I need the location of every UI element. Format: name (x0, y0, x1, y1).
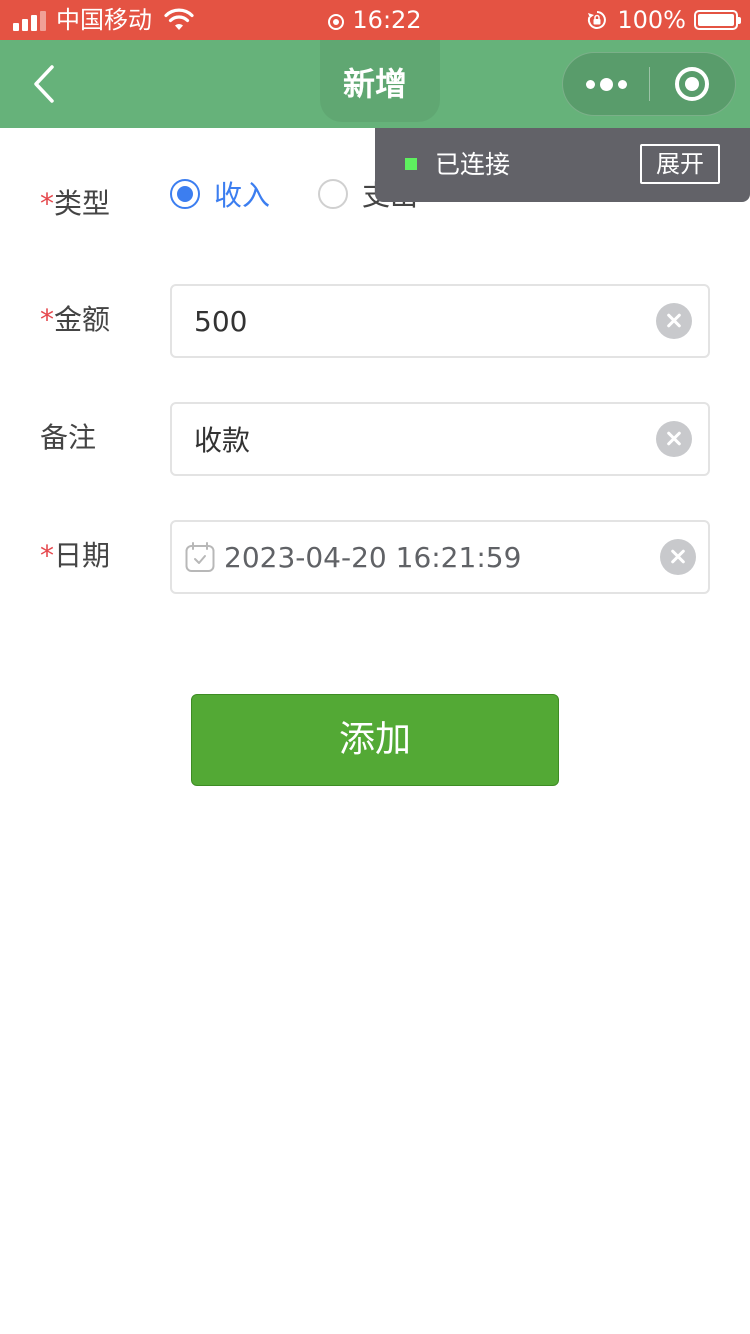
status-bar: 中国移动 16:22 100% (0, 0, 750, 40)
clear-icon[interactable] (656, 303, 692, 339)
signal-icon (13, 9, 46, 31)
add-button[interactable]: 添加 (191, 694, 559, 786)
remark-input[interactable]: 收款 (170, 402, 710, 476)
more-dots-icon[interactable] (563, 53, 649, 115)
radio-income[interactable]: 收入 (170, 176, 270, 212)
radio-checked-icon (170, 179, 200, 209)
record-circle-icon[interactable] (675, 67, 709, 101)
wifi-icon (164, 8, 194, 30)
amount-input[interactable]: 500 (170, 284, 710, 358)
connection-toast: 已连接 展开 (375, 128, 750, 202)
amount-value: 500 (194, 304, 248, 338)
clock-text: 16:22 (352, 6, 422, 34)
mini-program-capsule (562, 52, 736, 116)
capsule-divider (649, 67, 650, 101)
remark-label: 备注 (40, 420, 96, 456)
date-label: *日期 (40, 538, 110, 574)
remark-value: 收款 (194, 424, 251, 457)
expand-button[interactable]: 展开 (640, 144, 720, 184)
amount-label-text: 金额 (54, 303, 111, 336)
amount-label: *金额 (40, 302, 110, 338)
required-mark: * (40, 187, 54, 220)
date-label-text: 日期 (54, 539, 111, 572)
calendar-icon (185, 542, 215, 572)
status-right: 100% (587, 6, 741, 34)
screen-record-icon (328, 14, 345, 30)
rotation-lock-icon (588, 11, 607, 29)
connection-status: 已连接 (435, 150, 511, 179)
type-label-text: 类型 (54, 187, 111, 220)
connected-indicator-icon (405, 158, 417, 170)
carrier-name: 中国移动 (56, 6, 152, 34)
required-mark: * (40, 303, 54, 336)
date-value: 2023-04-20 16:21:59 (224, 540, 522, 574)
battery-icon (694, 10, 741, 30)
clear-icon[interactable] (660, 539, 696, 575)
type-label: *类型 (40, 186, 110, 222)
radio-income-label: 收入 (214, 179, 271, 212)
clear-icon[interactable] (656, 421, 692, 457)
remark-label-text: 备注 (40, 421, 97, 454)
status-left: 中国移动 (13, 7, 194, 33)
battery-percent: 100% (617, 6, 686, 34)
nav-bar: 新增 (0, 40, 750, 128)
date-picker[interactable]: 2023-04-20 16:21:59 (170, 520, 710, 594)
radio-unchecked-icon (318, 179, 348, 209)
required-mark: * (40, 539, 54, 572)
